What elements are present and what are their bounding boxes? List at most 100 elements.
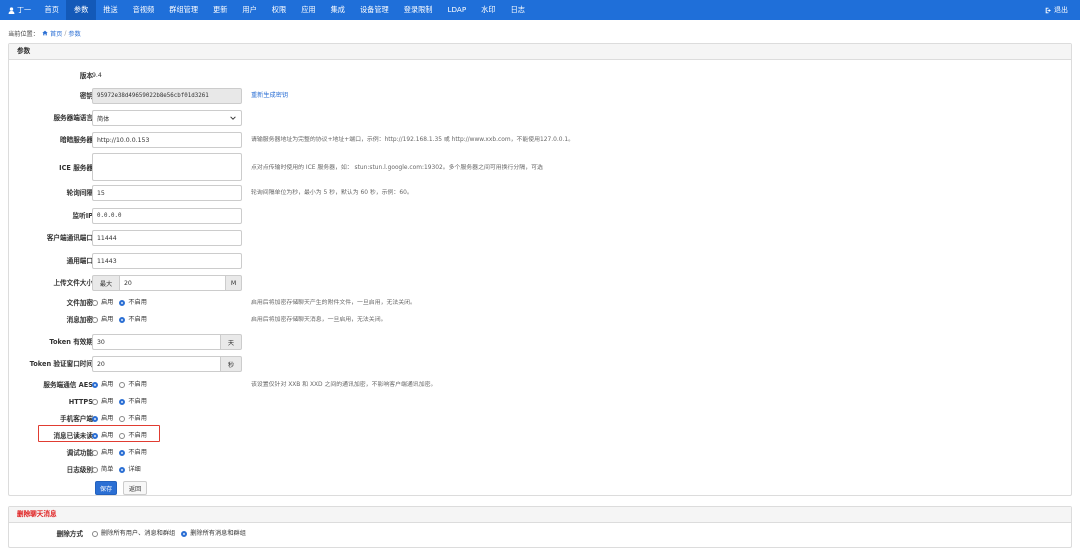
token-window-label: Token 验证窗口时间 (29, 360, 93, 368)
listen-ip-input[interactable]: 0.0.0.0 (92, 208, 242, 224)
user-icon (8, 6, 15, 14)
breadcrumb-home-link[interactable]: 首页 (50, 29, 62, 38)
logout-button[interactable]: 退出 (1045, 0, 1068, 20)
nav-item-8[interactable]: 应用 (294, 0, 323, 20)
common-port-input[interactable]: 11443 (92, 253, 242, 269)
aes-disable-radio[interactable]: 不启用 (119, 379, 147, 391)
debug-disable-radio[interactable]: 不启用 (119, 447, 147, 459)
delete-messages-title: 删除聊天消息 (9, 507, 1071, 523)
delete-messages-panel: 删除聊天消息 删除方式 删除所有用户、消息和群组 删除所有消息和群组 (8, 506, 1072, 548)
nav-item-4[interactable]: 群组管理 (162, 0, 206, 20)
regenerate-key-link[interactable]: 重新生成密钥 (251, 90, 288, 102)
read-receipt-disable-radio[interactable]: 不启用 (119, 430, 147, 442)
delete-all-messages-radio[interactable]: 删除所有消息和群组 (181, 528, 246, 540)
nav-item-1[interactable]: 参数 (66, 0, 96, 20)
aes-enable-radio[interactable]: 启用 (92, 379, 113, 391)
radio-circle (119, 317, 126, 323)
radio-circle (92, 300, 98, 306)
radio-circle (92, 531, 98, 537)
radio-circle (119, 382, 126, 388)
nav-item-10[interactable]: 设备管理 (352, 0, 396, 20)
radio-label: 不启用 (128, 316, 147, 323)
ice-server-textarea[interactable] (92, 153, 242, 181)
radio-circle (92, 433, 98, 439)
breadcrumb-separator: / (64, 29, 67, 37)
upload-size-input[interactable]: 20 (120, 275, 225, 291)
client-port-input[interactable]: 11444 (92, 230, 242, 246)
log-level-label: 日志级别 (66, 466, 93, 474)
file-encrypt-help: 启用后将加密存储聊天产生的附件文件，一旦启用，无法关闭。 (251, 300, 416, 306)
back-button[interactable]: 返回 (123, 481, 147, 495)
nav-item-13[interactable]: 水印 (474, 0, 503, 20)
nav-item-9[interactable]: 集成 (323, 0, 352, 20)
token-expiry-input[interactable]: 30 (92, 334, 220, 350)
save-button[interactable]: 保存 (95, 481, 117, 495)
aes-radios: 启用 不启用 (92, 379, 153, 391)
token-expiry-group: 30 天 (92, 334, 242, 350)
token-window-input[interactable]: 20 (92, 356, 220, 372)
upload-size-label: 上传文件大小 (53, 279, 93, 287)
log-level-simple-radio[interactable]: 简单 (92, 464, 113, 476)
radio-label: 详细 (128, 466, 141, 473)
poll-interval-input[interactable]: 15 (92, 185, 242, 201)
radio-circle (119, 450, 126, 456)
msg-encrypt-disable-radio[interactable]: 不启用 (119, 314, 147, 326)
msg-encrypt-enable-radio[interactable]: 启用 (92, 314, 113, 326)
https-radios: 启用 不启用 (92, 396, 153, 408)
ice-server-help: 点对点传输时使用的 ICE 服务器，如： stun:stun.l.google.… (251, 165, 543, 171)
debug-label: 调试功能 (66, 449, 93, 457)
top-navbar: 丁一 首页 参数 推送 音视频 群组管理 更新 用户 权限 应用 集成 设备管理 登录限制 LDAP 水印… (0, 0, 1080, 20)
user-name: 丁一 (17, 6, 31, 14)
radio-circle (119, 399, 126, 405)
https-disable-radio[interactable]: 不启用 (119, 396, 147, 408)
radio-circle (119, 300, 126, 306)
token-window-unit: 秒 (220, 356, 242, 372)
read-receipt-radios: 启用 不启用 (92, 430, 153, 442)
relay-server-help: 请输服务器地址为完整的协议+地址+端口，示例：http://192.168.1.… (251, 137, 575, 143)
https-enable-radio[interactable]: 启用 (92, 396, 113, 408)
file-encrypt-disable-radio[interactable]: 不启用 (119, 297, 147, 309)
language-select[interactable]: 简体 (92, 110, 242, 126)
version-label: 版本 (79, 72, 93, 80)
user-menu[interactable]: 丁一 (0, 0, 37, 20)
nav-item-7[interactable]: 权限 (264, 0, 293, 20)
file-encrypt-enable-radio[interactable]: 启用 (92, 297, 113, 309)
nav-item-12[interactable]: LDAP (440, 0, 474, 20)
delete-all-users-radio[interactable]: 删除所有用户、消息和群组 (92, 528, 175, 540)
radio-circle (92, 382, 98, 388)
radio-circle (92, 450, 98, 456)
radio-label: 删除所有消息和群组 (190, 530, 246, 537)
radio-label: 删除所有用户、消息和群组 (101, 530, 176, 537)
listen-ip-label: 监听IP (72, 212, 93, 220)
breadcrumb-current[interactable]: 参数 (68, 29, 80, 38)
nav-item-11[interactable]: 登录限制 (396, 0, 440, 20)
key-field[interactable]: 95972e38d49659022b8e56cbf01d3261 (92, 88, 242, 104)
chevron-down-icon (230, 116, 236, 120)
breadcrumb: 当前位置： 首页 / 参数 (0, 20, 1080, 39)
nav-item-2[interactable]: 推送 (96, 0, 125, 20)
radio-label: 不启用 (128, 449, 147, 456)
nav-item-0[interactable]: 首页 (37, 0, 66, 20)
radio-circle (181, 531, 188, 537)
params-panel-title: 参数 (9, 44, 1071, 60)
radio-label: 启用 (101, 415, 114, 422)
log-level-radios: 简单 详细 (92, 464, 147, 476)
nav-item-14[interactable]: 日志 (503, 0, 532, 20)
nav-item-5[interactable]: 更新 (206, 0, 235, 20)
nav-item-6[interactable]: 用户 (235, 0, 264, 20)
version-value: 9.4 (92, 72, 102, 79)
mobile-client-disable-radio[interactable]: 不启用 (119, 413, 147, 425)
aes-label: 服务端通信 AES (43, 381, 93, 389)
nav-item-3[interactable]: 音视频 (125, 0, 162, 20)
radio-circle (92, 399, 98, 405)
msg-encrypt-label: 消息加密 (66, 316, 93, 324)
read-receipt-enable-radio[interactable]: 启用 (92, 430, 113, 442)
mobile-client-enable-radio[interactable]: 启用 (92, 413, 113, 425)
relay-server-input[interactable]: http://10.0.0.153 (92, 132, 242, 148)
client-port-label: 客户端通讯端口 (46, 234, 93, 242)
debug-enable-radio[interactable]: 启用 (92, 447, 113, 459)
radio-label: 启用 (101, 381, 114, 388)
log-level-detail-radio[interactable]: 详细 (119, 464, 141, 476)
radio-circle (92, 416, 98, 422)
radio-label: 启用 (101, 432, 114, 439)
